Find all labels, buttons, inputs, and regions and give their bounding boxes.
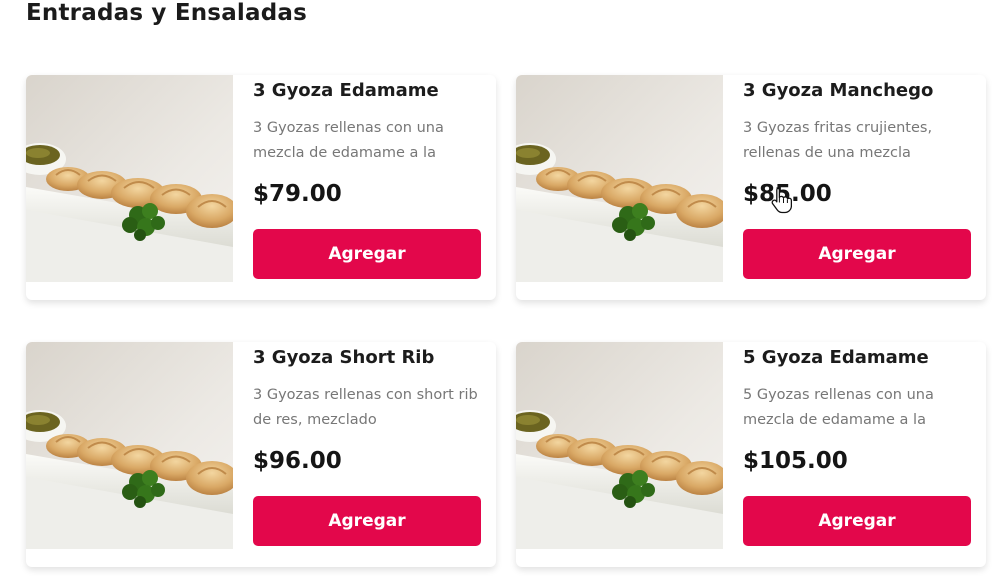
menu-item-name[interactable]: 5 Gyoza Edamame	[743, 347, 929, 368]
menu-item-description: 3 Gyozas rellenas con short rib de res, …	[253, 387, 478, 428]
gyoza-photo-icon	[516, 342, 723, 549]
menu-item-name[interactable]: 3 Gyoza Manchego	[743, 80, 933, 101]
add-to-cart-button[interactable]: Agregar	[253, 496, 481, 546]
menu-item-card[interactable]: 3 Gyoza Manchego 3 Gyozas fritas crujien…	[516, 75, 986, 300]
menu-item-card[interactable]: 3 Gyoza Edamame 3 Gyozas rellenas con un…	[26, 75, 496, 300]
menu-item-name[interactable]: 3 Gyoza Edamame	[253, 80, 439, 101]
menu-item-description: 5 Gyozas rellenas con una mezcla de edam…	[743, 387, 934, 428]
menu-item-card[interactable]: 5 Gyoza Edamame 5 Gyozas rellenas con un…	[516, 342, 986, 567]
add-to-cart-button[interactable]: Agregar	[743, 496, 971, 546]
gyoza-photo-icon	[26, 342, 233, 549]
menu-item-price: $79.00	[253, 181, 342, 207]
menu-item-description: 3 Gyozas rellenas con una mezcla de edam…	[253, 120, 444, 161]
gyoza-photo-icon	[26, 75, 233, 282]
gyoza-photo-icon	[516, 75, 723, 282]
section-title: Entradas y Ensaladas	[26, 0, 307, 26]
menu-item-price: $105.00	[743, 448, 848, 474]
menu-item-description: 3 Gyozas fritas crujientes, rellenas de …	[743, 120, 933, 161]
add-to-cart-button[interactable]: Agregar	[253, 229, 481, 279]
menu-item-price: $96.00	[253, 448, 342, 474]
add-to-cart-button[interactable]: Agregar	[743, 229, 971, 279]
menu-item-name[interactable]: 3 Gyoza Short Rib	[253, 347, 434, 368]
hand-pointer-cursor-icon	[771, 187, 792, 214]
menu-item-card[interactable]: 3 Gyoza Short Rib 3 Gyozas rellenas con …	[26, 342, 496, 567]
